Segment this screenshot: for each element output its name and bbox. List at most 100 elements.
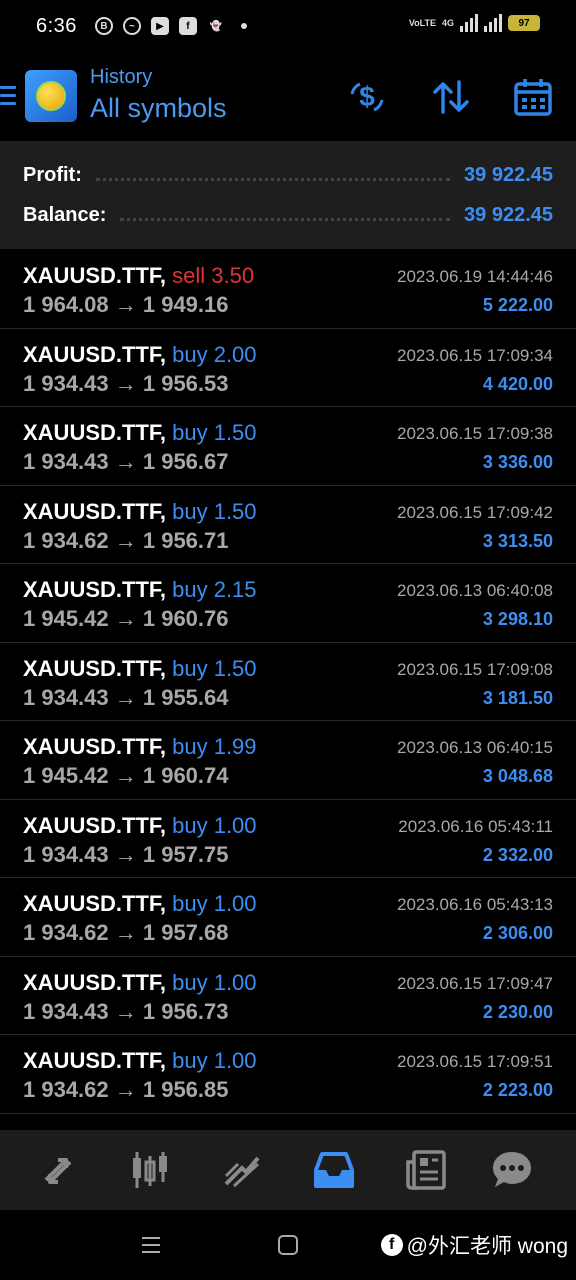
symbol-text: XAUUSD.TTF, bbox=[23, 891, 166, 916]
home-icon[interactable] bbox=[277, 1234, 299, 1256]
balance-value: 39 922.45 bbox=[464, 203, 553, 226]
quotes-icon[interactable] bbox=[36, 1148, 80, 1192]
deal-symbol: XAUUSD.TTF, buy 1.50 bbox=[23, 656, 257, 682]
deal-prices: 1 945.42 → 1 960.76 bbox=[23, 606, 229, 631]
deal-row[interactable]: XAUUSD.TTF, buy 1.00 1 934.62 → 1 956.85 2… bbox=[0, 1035, 576, 1114]
deal-side: buy 2.15 bbox=[172, 577, 257, 602]
deal-time: 2023.06.15 17:09:42 bbox=[397, 502, 553, 522]
symbol-text: XAUUSD.TTF, bbox=[23, 577, 166, 602]
recents-icon[interactable] bbox=[140, 1234, 162, 1256]
deal-time: 2023.06.15 17:09:47 bbox=[397, 973, 553, 993]
deals-list: XAUUSD.TTF, sell 3.50 1 964.08 → 1 949.16… bbox=[0, 250, 576, 1114]
symbol-text: XAUUSD.TTF, bbox=[23, 263, 166, 288]
symbol-text: XAUUSD.TTF, bbox=[23, 498, 166, 524]
deal-profit: 3 313.50 bbox=[482, 530, 553, 551]
deal-symbol: XAUUSD.TTF, buy 2.00 bbox=[23, 342, 257, 368]
deal-symbol: XAUUSD.TTF, buy 1.00 bbox=[23, 891, 257, 917]
deal-symbol: XAUUSD.TTF, sell 3.50 bbox=[23, 263, 254, 289]
more-notifications-icon bbox=[240, 23, 247, 29]
menu-icon[interactable] bbox=[0, 86, 16, 108]
deal-time: 2023.06.13 06:40:08 bbox=[397, 581, 553, 600]
symbol-text: XAUUSD.TTF, bbox=[23, 812, 166, 838]
deal-time: 2023.06.19 14:44:46 bbox=[397, 267, 553, 286]
profit-value: 39 922.45 bbox=[464, 163, 553, 186]
deal-prices: 1 964.08 → 1 949.16 bbox=[23, 292, 229, 317]
chat-icon[interactable] bbox=[490, 1148, 534, 1192]
sort-icon[interactable] bbox=[430, 76, 472, 118]
facebook-icon: f bbox=[178, 17, 197, 35]
watermark-text: @外汇老师 wong bbox=[406, 1235, 568, 1258]
volte-label: VoLTE bbox=[408, 17, 436, 28]
app-header: History All symbols $ bbox=[0, 62, 576, 132]
deal-side: buy 1.00 bbox=[172, 812, 257, 838]
deal-symbol: XAUUSD.TTF, buy 1.00 bbox=[23, 813, 257, 839]
deal-row[interactable]: XAUUSD.TTF, buy 1.99 1 945.42 → 1 960.74 2… bbox=[0, 721, 576, 800]
deal-row[interactable]: XAUUSD.TTF, buy 1.00 1 934.43 → 1 956.73 2… bbox=[0, 957, 576, 1035]
chart-icon[interactable] bbox=[128, 1148, 172, 1192]
deal-prices: 1 945.42 → 1 960.74 bbox=[23, 763, 229, 788]
news-icon[interactable] bbox=[404, 1148, 448, 1192]
deal-symbol: XAUUSD.TTF, buy 1.00 bbox=[23, 1048, 257, 1074]
deal-side: buy 2.00 bbox=[172, 341, 257, 367]
calendar-icon[interactable] bbox=[512, 76, 554, 118]
deal-row[interactable]: XAUUSD.TTF, sell 3.50 1 964.08 → 1 949.16… bbox=[0, 250, 576, 329]
deal-time: 2023.06.16 05:43:13 bbox=[397, 895, 553, 914]
notification-icons: B ~ ▶ f 👻 bbox=[94, 17, 247, 35]
deal-row[interactable]: XAUUSD.TTF, buy 1.50 1 934.43 → 1 956.67 2… bbox=[0, 407, 576, 486]
deal-prices: 1 934.43 → 1 956.67 bbox=[23, 449, 229, 474]
symbol-text: XAUUSD.TTF, bbox=[23, 1048, 166, 1073]
deal-profit: 2 306.00 bbox=[482, 923, 553, 943]
currency-icon[interactable]: $ bbox=[346, 76, 388, 118]
deal-symbol: XAUUSD.TTF, buy 2.15 bbox=[23, 577, 257, 603]
deal-side: buy 1.00 bbox=[172, 969, 257, 995]
signal-icon-2 bbox=[484, 14, 502, 32]
deal-time: 2023.06.15 17:09:51 bbox=[397, 1052, 553, 1071]
deal-profit: 3 336.00 bbox=[482, 452, 553, 472]
deal-time: 2023.06.16 05:43:11 bbox=[398, 816, 553, 836]
balance-label: Balance: bbox=[23, 203, 107, 226]
symbol-text: XAUUSD.TTF, bbox=[23, 341, 166, 367]
deal-prices: 1 934.43 → 1 957.75 bbox=[23, 841, 229, 867]
trade-icon[interactable] bbox=[220, 1148, 264, 1192]
deal-side: buy 1.50 bbox=[172, 655, 257, 681]
svg-text:$: $ bbox=[359, 81, 375, 112]
deal-side: buy 1.50 bbox=[172, 420, 257, 445]
deal-row[interactable]: XAUUSD.TTF, buy 1.50 1 934.62 → 1 956.71 2… bbox=[0, 486, 576, 564]
watermark: f @外汇老师 wong bbox=[380, 1230, 568, 1260]
deal-profit: 5 222.00 bbox=[482, 295, 553, 315]
deal-prices: 1 934.62 → 1 956.85 bbox=[23, 1077, 229, 1102]
deal-row[interactable]: XAUUSD.TTF, buy 1.50 1 934.43 → 1 955.64 2… bbox=[0, 643, 576, 721]
header-texts[interactable]: History All symbols bbox=[90, 66, 227, 124]
history-icon[interactable] bbox=[312, 1148, 356, 1192]
status-time: 6:36 bbox=[36, 14, 77, 37]
deal-side: buy 1.99 bbox=[172, 734, 257, 759]
snapchat-icon: 👻 bbox=[209, 20, 223, 32]
deal-profit: 2 332.00 bbox=[482, 844, 553, 865]
deal-profit: 3 048.68 bbox=[482, 766, 553, 786]
balance-leader bbox=[120, 217, 451, 221]
deal-row[interactable]: XAUUSD.TTF, buy 1.00 1 934.43 → 1 957.75 2… bbox=[0, 800, 576, 878]
summary-panel: Profit: 39 922.45 Balance: 39 922.45 bbox=[0, 141, 576, 249]
facebook-logo-icon: f bbox=[380, 1234, 403, 1256]
deal-profit: 2 223.00 bbox=[482, 1080, 553, 1100]
balance-row: Balance: 39 922.45 bbox=[23, 200, 553, 230]
profit-row: Profit: 39 922.45 bbox=[23, 160, 553, 190]
deal-row[interactable]: XAUUSD.TTF, buy 1.00 1 934.62 → 1 957.68 2… bbox=[0, 878, 576, 957]
deal-symbol: XAUUSD.TTF, buy 1.50 bbox=[23, 499, 257, 525]
deal-prices: 1 934.43 → 1 956.73 bbox=[23, 998, 229, 1024]
messenger-icon: ~ bbox=[122, 17, 141, 35]
deal-side: buy 1.00 bbox=[172, 891, 257, 916]
deal-prices: 1 934.43 → 1 956.53 bbox=[23, 370, 229, 396]
deal-symbol: XAUUSD.TTF, buy 1.50 bbox=[23, 420, 257, 446]
battery-icon: 97 bbox=[508, 15, 540, 31]
system-nav: f @外汇老师 wong bbox=[0, 1210, 576, 1280]
deal-time: 2023.06.15 17:09:34 bbox=[397, 345, 553, 365]
deal-row[interactable]: XAUUSD.TTF, buy 2.15 1 945.42 → 1 960.76 2… bbox=[0, 564, 576, 643]
deal-prices: 1 934.43 → 1 955.64 bbox=[23, 684, 229, 710]
app-logo bbox=[25, 70, 77, 122]
deal-row[interactable]: XAUUSD.TTF, buy 2.00 1 934.43 → 1 956.53 2… bbox=[0, 329, 576, 407]
deal-side: buy 1.00 bbox=[172, 1048, 257, 1073]
status-right: VoLTE 4G 97 bbox=[409, 14, 540, 32]
profit-leader bbox=[95, 177, 451, 181]
deal-profit: 3 181.50 bbox=[482, 687, 553, 708]
